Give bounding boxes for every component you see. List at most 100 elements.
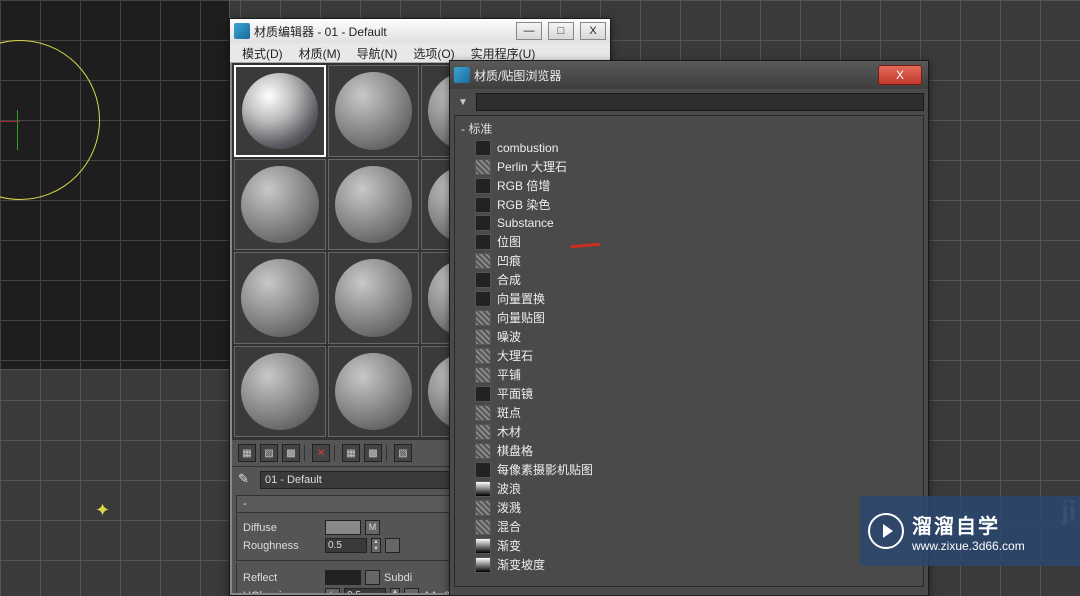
sample-slot-6[interactable] [328,159,420,251]
viewport-arc [0,40,100,200]
map-type-icon [475,234,491,250]
tree-group-standard[interactable]: - 标准 [457,118,921,139]
map-type-icon [475,348,491,364]
map-type-icon [475,367,491,383]
menu-material[interactable]: 材质(M) [291,43,349,62]
map-type-icon [475,519,491,535]
map-type-icon [475,272,491,288]
diffuse-label: Diffuse [243,522,321,534]
minimize-button[interactable]: — [516,22,542,40]
tree-item[interactable]: 位图 [457,232,921,251]
tree-item[interactable]: Substance [457,214,921,232]
sample-slot-1[interactable] [234,65,326,157]
tree-item[interactable]: 平面镜 [457,384,921,403]
axis-x [0,121,20,122]
reflect-swatch[interactable] [325,570,361,585]
mat-editor-title: 材质编辑器 - 01 - Default [254,23,510,40]
reset-icon[interactable]: ▩ [282,444,300,462]
sample-slot-2[interactable] [328,65,420,157]
axis-y [17,110,18,150]
play-icon [868,513,904,549]
tree-item[interactable]: 斑点 [457,403,921,422]
tree-item[interactable]: RGB 倍增 [457,176,921,195]
map-type-icon [475,159,491,175]
browser-tree: - 标准 combustionPerlin 大理石 RGB 倍增 RGB 染色Sub… [454,115,924,587]
sample-slot-10[interactable] [328,252,420,344]
tree-item[interactable]: 波浪 [457,479,921,498]
tree-item[interactable]: 凹痕 [457,251,921,270]
diffuse-map-button[interactable]: M [365,520,380,535]
roughness-spinner[interactable]: 0.5 [325,538,367,553]
tree-item[interactable]: RGB 染色 [457,195,921,214]
tree-item-label: Perlin 大理石 [497,158,567,175]
delete-icon[interactable]: ✕ [312,444,330,462]
tree-item[interactable]: 渐变坡度 [457,555,921,574]
reflect-map-button[interactable] [365,570,380,585]
browser-titlebar[interactable]: 材质/贴图浏览器 X [450,61,928,89]
tree-item[interactable]: 向量置换 [457,289,921,308]
tree-item[interactable]: 平铺 [457,365,921,384]
tree-item[interactable]: 棋盘格 [457,441,921,460]
close-button[interactable]: X [878,65,922,85]
options-icon[interactable]: ▧ [394,444,412,462]
tree-item-label: RGB 染色 [497,196,550,213]
tree-item-label: 平面镜 [497,385,533,402]
hgloss-spin-arrows[interactable]: ▲▼ [390,588,400,595]
tree-item[interactable]: 混合 [457,517,921,536]
sample-slot-5[interactable] [234,159,326,251]
tree-item-label: RGB 倍增 [497,177,550,194]
hgloss-spinner[interactable]: 0.5 [344,588,386,595]
hgloss-aa-label: AA: 6 [423,590,450,596]
sample-slot-14[interactable] [328,346,420,438]
tree-item[interactable]: Perlin 大理石 [457,157,921,176]
assign-icon[interactable]: ▨ [260,444,278,462]
show-end-icon[interactable]: ▩ [364,444,382,462]
search-input[interactable] [476,93,924,111]
tree-item[interactable]: 向量贴图 [457,308,921,327]
reflect-label: Reflect [243,572,321,584]
map-type-icon [475,500,491,516]
tree-item-label: 平铺 [497,366,521,383]
maximize-button[interactable]: □ [548,22,574,40]
tree-item-label: 凹痕 [497,252,521,269]
badge-url: www.zixue.3d66.com [912,539,1025,553]
map-type-icon [475,329,491,345]
menu-navigate[interactable]: 导航(N) [349,43,406,62]
hgloss-lock-button[interactable]: L [325,588,340,595]
sample-slot-9[interactable] [234,252,326,344]
tree-item[interactable]: combustion [457,139,921,157]
get-material-icon[interactable]: ▦ [238,444,256,462]
map-type-icon [475,557,491,573]
hgloss-map-button[interactable] [404,588,419,595]
map-type-icon [475,443,491,459]
tree-item-label: 棋盘格 [497,442,533,459]
sample-slot-13[interactable] [234,346,326,438]
map-type-icon [475,310,491,326]
diffuse-swatch[interactable] [325,520,361,535]
mat-editor-titlebar[interactable]: 材质编辑器 - 01 - Default — □ X [230,19,610,43]
tree-item[interactable]: 噪波 [457,327,921,346]
eyedropper-icon[interactable]: ✎ [238,471,256,489]
tree-item[interactable]: 木材 [457,422,921,441]
map-type-icon [475,481,491,497]
options-dropdown-icon[interactable]: ▼ [454,97,472,108]
menu-mode[interactable]: 模式(D) [234,43,291,62]
tree-item[interactable]: 泼溅 [457,498,921,517]
move-gizmo-icon: ✦ [95,500,110,521]
tree-item[interactable]: 合成 [457,270,921,289]
tree-item-label: 噪波 [497,328,521,345]
map-type-icon [475,386,491,402]
tree-item[interactable]: 渐变 [457,536,921,555]
show-map-icon[interactable]: ▦ [342,444,360,462]
app-icon [454,67,470,83]
close-button[interactable]: X [580,22,606,40]
roughness-spin-arrows[interactable]: ▲▼ [371,538,381,553]
roughness-map-button[interactable] [385,538,400,553]
tree-item[interactable]: 每像素摄影机贴图 [457,460,921,479]
watermark-badge[interactable]: 溜溜自学 www.zixue.3d66.com [860,496,1080,566]
tree-item-label: 每像素摄影机贴图 [497,461,593,478]
tree-item-label: 混合 [497,518,521,535]
tree-item[interactable]: 大理石 [457,346,921,365]
tree-item-label: 位图 [497,233,521,250]
map-type-icon [475,291,491,307]
